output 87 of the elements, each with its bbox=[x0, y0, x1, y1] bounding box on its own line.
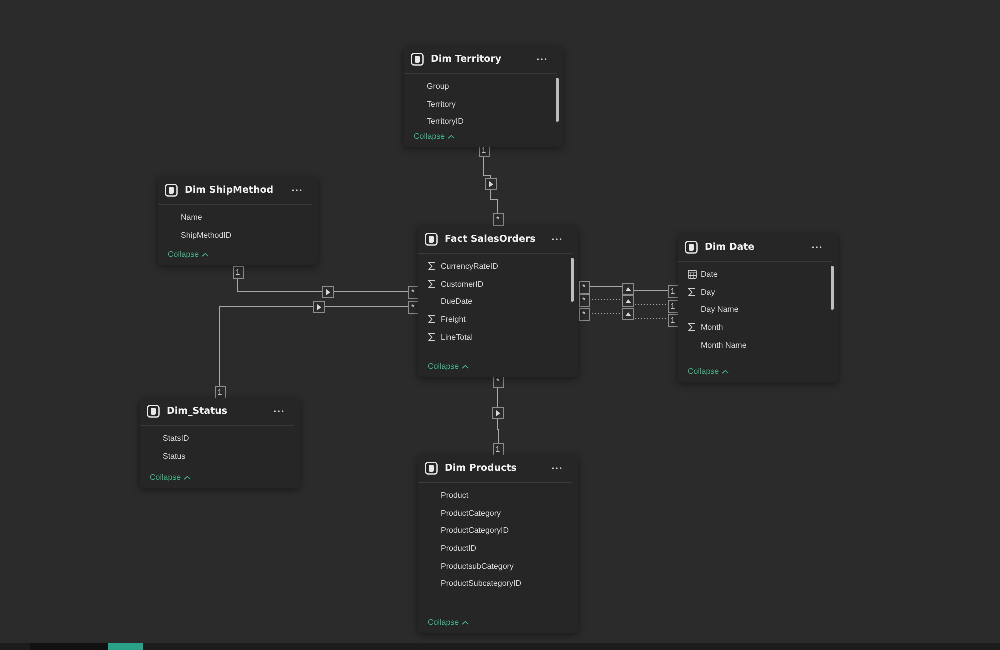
field-name[interactable]: ShipMethodID bbox=[181, 230, 232, 240]
field-name[interactable]: ProductCategoryID bbox=[441, 526, 510, 536]
relationship-line[interactable] bbox=[588, 286, 668, 292]
scrollbar[interactable] bbox=[571, 258, 574, 302]
table-icon bbox=[425, 233, 438, 246]
scrollbar[interactable] bbox=[556, 78, 559, 122]
table-icon bbox=[685, 241, 698, 254]
cardinality-label: 1 bbox=[668, 300, 678, 312]
relationship-line[interactable] bbox=[588, 300, 668, 306]
table-card[interactable]: Dim ShipMethod Name ShipMethodID Collapse bbox=[158, 177, 318, 265]
collapse-button[interactable]: Collapse bbox=[688, 367, 730, 376]
chevron-up-icon bbox=[462, 364, 470, 368]
more-icon[interactable] bbox=[537, 58, 547, 61]
table-icon bbox=[425, 462, 438, 475]
collapse-button[interactable]: Collapse bbox=[428, 362, 470, 371]
cardinality-label: * bbox=[578, 280, 590, 294]
triangle-right-icon bbox=[324, 288, 332, 296]
collapse-button[interactable]: Collapse bbox=[428, 618, 470, 627]
field-name[interactable]: Day bbox=[701, 288, 716, 297]
table-card[interactable]: Dim Products Product ProductCategory ProductCategoryID ProductID ProductsubCategory ProductSubcategoryID Collapse bbox=[418, 455, 578, 633]
field-name[interactable]: Month bbox=[701, 323, 724, 332]
table-icon bbox=[411, 53, 424, 66]
field-name[interactable]: Date bbox=[701, 270, 718, 280]
collapse-button[interactable]: Collapse bbox=[168, 250, 210, 259]
relationship-line[interactable] bbox=[588, 314, 668, 320]
field-name[interactable]: LineTotal bbox=[441, 332, 474, 342]
triangle-right-icon bbox=[316, 304, 322, 310]
field-name[interactable]: ProductsubCategory bbox=[441, 562, 514, 571]
cardinality-label: 1 bbox=[492, 442, 504, 456]
more-icon[interactable] bbox=[274, 410, 284, 413]
field-name[interactable]: Freight bbox=[441, 315, 466, 324]
field-name[interactable]: ProductID bbox=[441, 544, 477, 554]
field-name[interactable]: StatsID bbox=[163, 434, 190, 444]
sigma-icon bbox=[688, 323, 696, 332]
field-name[interactable]: Group bbox=[427, 82, 450, 92]
field-name[interactable]: Territory bbox=[427, 100, 456, 109]
table-title: Fact SalesOrders bbox=[445, 234, 537, 245]
cardinality-label: 1 bbox=[668, 284, 678, 298]
table-title: Dim ShipMethod bbox=[185, 185, 275, 196]
more-icon[interactable] bbox=[552, 467, 562, 470]
chevron-up-icon bbox=[462, 620, 470, 624]
field-name[interactable]: Product bbox=[441, 491, 469, 500]
cardinality-label: 1 bbox=[232, 266, 244, 278]
cardinality-label: * bbox=[492, 212, 504, 226]
table-icon bbox=[165, 184, 178, 197]
field-name[interactable]: Name bbox=[181, 213, 202, 222]
field-name[interactable]: Month Name bbox=[701, 340, 747, 350]
collapse-button[interactable]: Collapse bbox=[414, 132, 456, 141]
chevron-up-icon bbox=[448, 134, 456, 138]
collapse-button[interactable]: Collapse bbox=[150, 473, 192, 482]
cardinality-label: 1 bbox=[668, 314, 678, 326]
triangle-right-icon bbox=[494, 410, 502, 416]
table-title: Dim_Status bbox=[167, 406, 229, 417]
more-icon[interactable] bbox=[812, 246, 822, 249]
relationship-line[interactable] bbox=[484, 156, 498, 214]
cardinality-label: * bbox=[408, 300, 418, 314]
cardinality-label: 1 bbox=[214, 386, 226, 398]
more-icon[interactable] bbox=[292, 189, 302, 192]
chevron-up-icon bbox=[202, 252, 210, 256]
chevron-up-icon bbox=[184, 476, 192, 480]
relationship-line[interactable] bbox=[498, 386, 500, 444]
sigma-icon bbox=[688, 288, 696, 297]
table-card[interactable]: Dim_Status StatsID Status Collapse bbox=[140, 398, 300, 488]
chevron-up-icon bbox=[722, 370, 730, 374]
scrollbar[interactable] bbox=[831, 266, 834, 310]
field-name[interactable]: CurrencyRateID bbox=[441, 262, 498, 272]
more-icon[interactable] bbox=[552, 238, 562, 241]
calendar-icon bbox=[688, 270, 696, 280]
table-icon bbox=[147, 405, 160, 418]
field-name[interactable]: CustomerID bbox=[441, 280, 484, 289]
cardinality-label: * bbox=[578, 294, 590, 306]
cardinality-label: * bbox=[408, 286, 418, 298]
table-card[interactable]: Dim Date Date Day Day Name Month Month Name Collapse bbox=[678, 234, 838, 382]
field-name[interactable]: ProductSubcategoryID bbox=[441, 579, 522, 588]
table-title: Dim Territory bbox=[431, 54, 503, 65]
field-name[interactable]: ProductCategory bbox=[441, 508, 502, 518]
table-title: Dim Date bbox=[705, 242, 756, 253]
table-title: Dim Products bbox=[445, 463, 518, 474]
field-name[interactable]: DueDate bbox=[441, 297, 473, 306]
table-card[interactable]: Fact SalesOrders CurrencyRateID CustomerID DueDate Freight LineTotal Collapse bbox=[418, 226, 578, 377]
table-card[interactable]: Dim Territory Group Territory TerritoryID Collapse bbox=[404, 46, 563, 147]
triangle-right-icon bbox=[488, 180, 494, 188]
cardinality-label: * bbox=[578, 308, 590, 320]
relationship-line[interactable] bbox=[238, 278, 408, 292]
field-name[interactable]: Day Name bbox=[701, 305, 739, 314]
field-name[interactable]: TerritoryID bbox=[427, 117, 464, 126]
field-name[interactable]: Status bbox=[163, 452, 186, 461]
